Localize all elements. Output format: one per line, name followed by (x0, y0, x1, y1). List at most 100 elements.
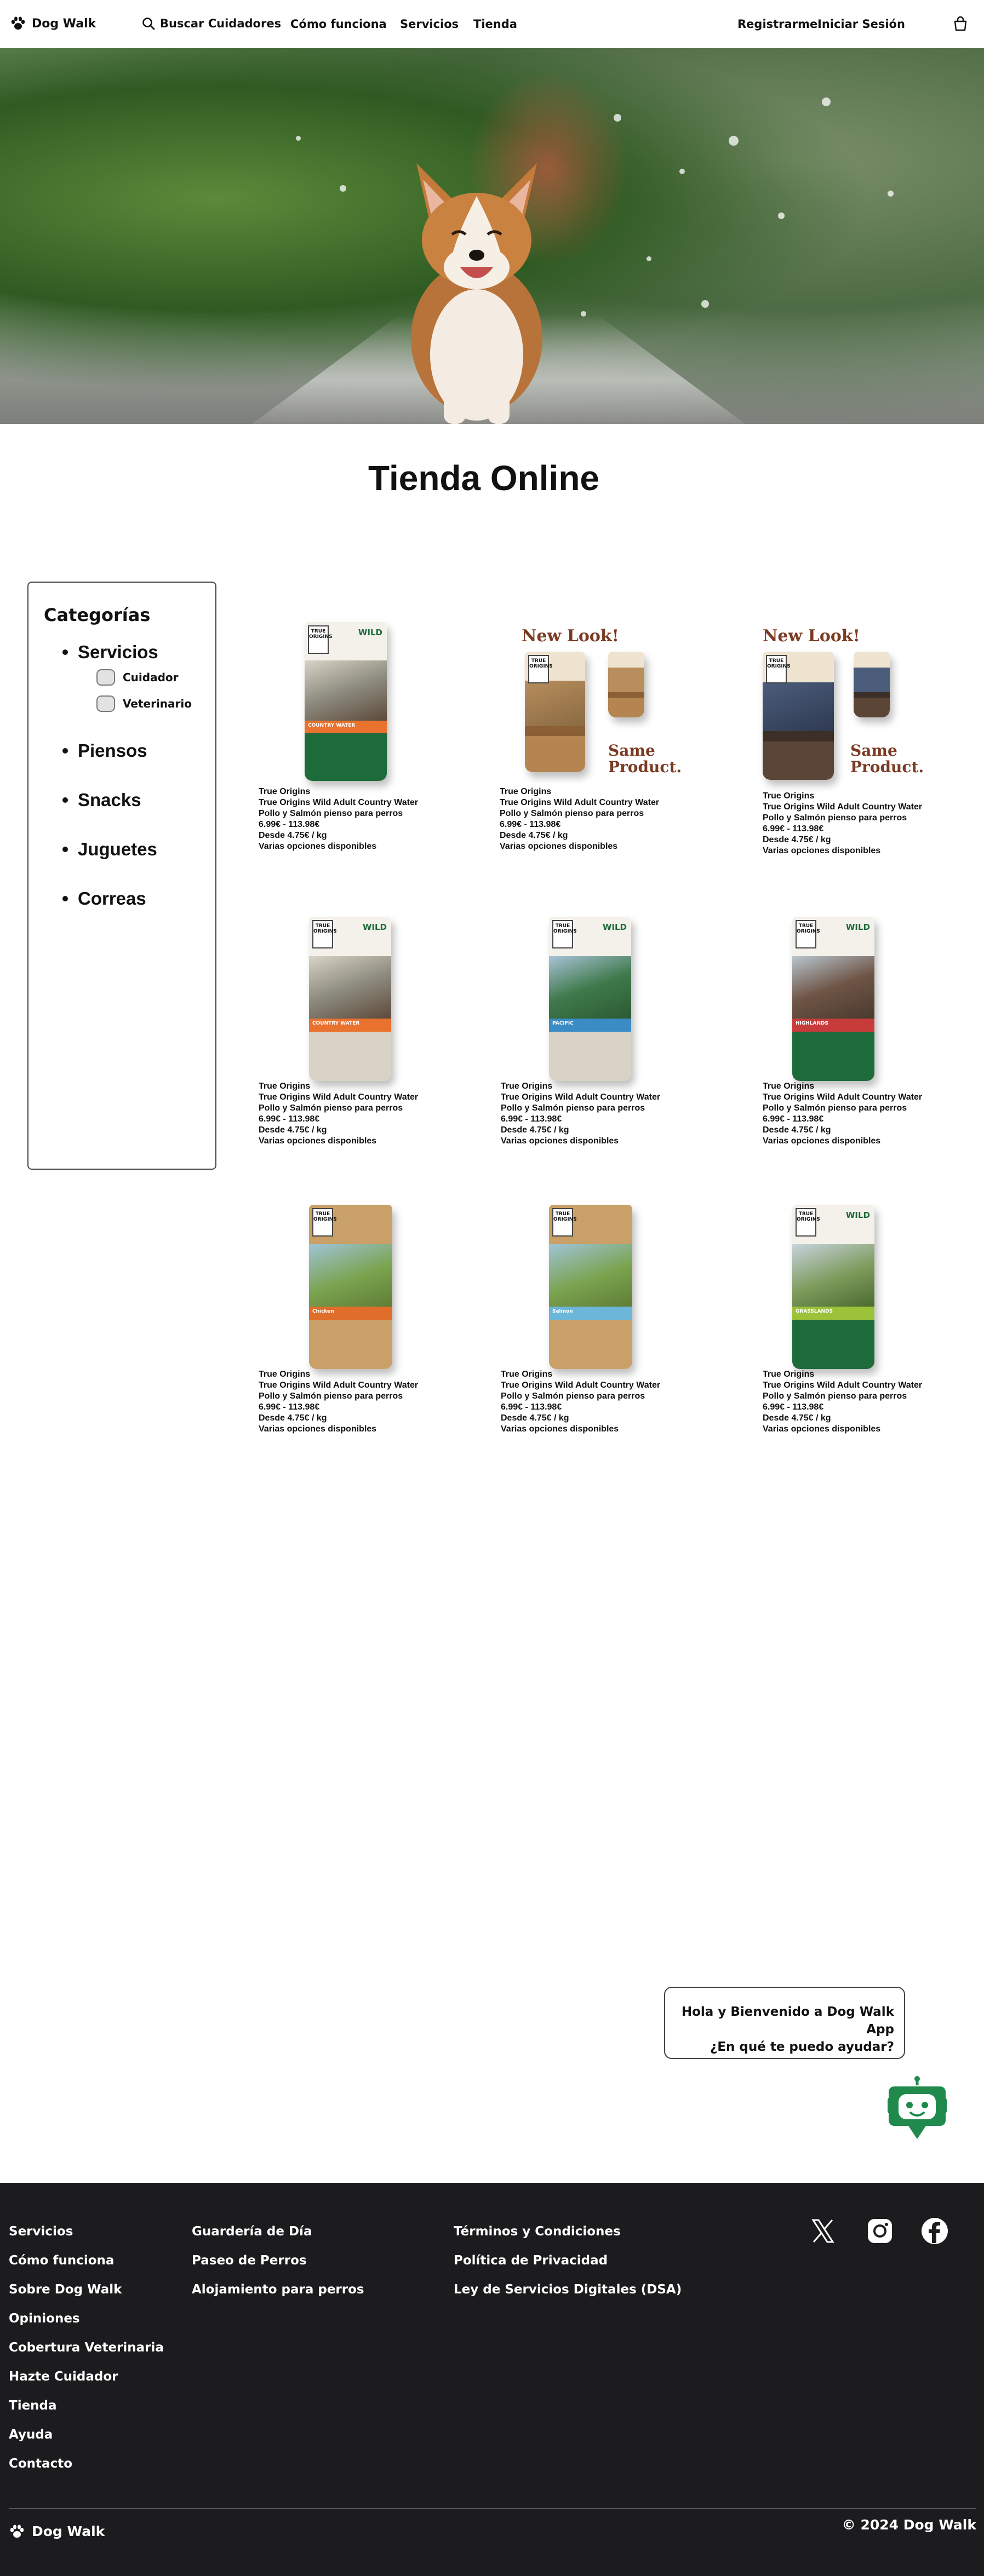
product-card[interactable]: New Look! TRUE ORIGINS Same Product. Tru… (763, 617, 949, 856)
caregiver-checkbox[interactable] (96, 669, 115, 686)
footer-link[interactable]: Términos y Condiciones (454, 2224, 682, 2239)
product-card[interactable]: TRUE ORIGINS WILD HIGHLANDS True Origins … (763, 911, 949, 1147)
subcategory-vet[interactable]: Veterinario (96, 695, 200, 712)
product-card[interactable]: TRUE ORIGINS WILD COUNTRY WATER True Orig… (259, 617, 445, 852)
product-options: Varias opciones disponibles (259, 1424, 377, 1434)
chatbot-icon[interactable] (886, 2075, 948, 2140)
product-brand: True Origins (501, 1370, 553, 1379)
product-card[interactable]: TRUE ORIGINS WILD PACIFIC True Origins Tr… (501, 911, 687, 1147)
product-image[interactable]: TRUE ORIGINS Chicken (259, 1199, 445, 1369)
product-brand: True Origins (763, 1082, 815, 1091)
footer-link[interactable]: Ley de Servicios Digitales (DSA) (454, 2282, 682, 2297)
product-unit-price: Desde 4.75€ / kg (763, 1125, 831, 1135)
product-options: Varias opciones disponibles (763, 1136, 881, 1146)
search-caregivers-link[interactable]: Buscar Cuidadores (141, 16, 281, 31)
subcategory-caregiver[interactable]: Cuidador (96, 669, 200, 686)
shopping-bag-icon[interactable] (952, 15, 969, 32)
product-image[interactable]: TRUE ORIGINS WILD COUNTRY WATER (259, 911, 445, 1081)
brand-name: Dog Walk (32, 16, 96, 31)
category-services[interactable]: Servicios (62, 642, 200, 663)
how-it-works-link[interactable]: Cómo funciona (290, 18, 387, 31)
instagram-icon[interactable] (866, 2217, 894, 2245)
login-link[interactable]: Iniciar Sesión (817, 18, 905, 31)
product-brand: True Origins (259, 787, 311, 796)
product-name[interactable]: True Origins Wild Adult Country Water (259, 1092, 445, 1103)
product-image[interactable]: TRUE ORIGINS WILD HIGHLANDS (763, 911, 949, 1081)
footer-link[interactable]: Opiniones (9, 2312, 164, 2326)
product-name[interactable]: True Origins Wild Adult Country Water (501, 1092, 687, 1103)
product-options: Varias opciones disponibles (763, 846, 881, 855)
shop-link[interactable]: Tienda (473, 18, 517, 31)
product-image[interactable]: TRUE ORIGINS WILD PACIFIC (501, 911, 687, 1081)
product-image[interactable]: New Look! TRUE ORIGINS Same Product. (500, 617, 686, 781)
product-card[interactable]: New Look! TRUE ORIGINS Same Product. Tru… (500, 617, 686, 852)
brand-logo[interactable]: Dog Walk (10, 16, 96, 31)
product-price: 6.99€ - 113.98€ (500, 820, 561, 829)
product-name[interactable]: True Origins Wild Adult Country Water (259, 797, 445, 808)
footer-link[interactable]: Guardería de Día (192, 2224, 364, 2239)
product-name[interactable]: True Origins Wild Adult Country Water (259, 1380, 445, 1391)
product-name[interactable]: True Origins Wild Adult Country Water (763, 1380, 949, 1391)
footer-link[interactable]: Paseo de Perros (192, 2253, 364, 2268)
product-options: Varias opciones disponibles (500, 842, 618, 851)
product-name[interactable]: True Origins Wild Adult Country Water (763, 1092, 949, 1103)
footer-link[interactable]: Servicios (9, 2224, 164, 2239)
category-leashes[interactable]: Correas (62, 888, 200, 909)
product-card[interactable]: TRUE ORIGINS Chicken True Origins True O… (259, 1199, 445, 1435)
footer-link[interactable]: Cómo funciona (9, 2253, 164, 2268)
product-brand: True Origins (259, 1082, 311, 1091)
product-price: 6.99€ - 113.98€ (501, 1402, 562, 1412)
subcategory-label: Cuidador (123, 671, 179, 684)
product-image[interactable]: TRUE ORIGINS WILD COUNTRY WATER (259, 617, 445, 781)
product-name[interactable]: True Origins Wild Adult Country Water (763, 802, 949, 813)
product-options: Varias opciones disponibles (763, 1424, 881, 1434)
product-image[interactable]: TRUE ORIGINS Salmon (501, 1199, 687, 1369)
chat-greeting-bubble: Hola y Bienvenido a Dog Walk App ¿En qué… (664, 1987, 905, 2059)
product-unit-price: Desde 4.75€ / kg (763, 1413, 831, 1423)
product-image[interactable]: New Look! TRUE ORIGINS Same Product. (763, 617, 949, 785)
footer-link[interactable]: Tienda (9, 2399, 164, 2413)
footer-link[interactable]: Política de Privacidad (454, 2253, 682, 2268)
product-price: 6.99€ - 113.98€ (763, 824, 824, 833)
services-link[interactable]: Servicios (400, 18, 459, 31)
facebook-icon[interactable] (920, 2217, 949, 2245)
footer-column-legal: Términos y Condiciones Política de Priva… (454, 2224, 682, 2312)
product-options: Varias opciones disponibles (259, 1136, 377, 1146)
product-name[interactable]: True Origins Wild Adult Country Water (501, 1380, 687, 1391)
site-footer: Servicios Cómo funciona Sobre Dog Walk O… (0, 2183, 984, 2576)
hero-banner (0, 48, 984, 424)
product-card[interactable]: TRUE ORIGINS Salmon True Origins True Or… (501, 1199, 687, 1435)
footer-link[interactable]: Alojamiento para perros (192, 2282, 364, 2297)
paw-icon (11, 16, 25, 30)
x-twitter-icon[interactable] (809, 2217, 837, 2245)
footer-link[interactable]: Hazte Cuidador (9, 2370, 164, 2384)
copyright-text: © 2024 Dog Walk (842, 2517, 976, 2533)
footer-divider (9, 2508, 976, 2509)
category-label: Snacks (78, 790, 141, 810)
footer-link[interactable]: Cobertura Veterinaria (9, 2341, 164, 2355)
category-snacks[interactable]: Snacks (62, 790, 200, 810)
same-product-badge: Same Product. (850, 741, 924, 776)
product-description: Pollo y Salmón pienso para perros (763, 1392, 907, 1401)
product-description: Pollo y Salmón pienso para perros (763, 813, 907, 823)
category-feed[interactable]: Piensos (62, 740, 200, 761)
footer-link[interactable]: Ayuda (9, 2428, 164, 2442)
product-description: Pollo y Salmón pienso para perros (259, 1103, 403, 1113)
product-card[interactable]: TRUE ORIGINS WILD GRASSLANDS True Origins… (763, 1199, 949, 1435)
product-description: Pollo y Salmón pienso para perros (259, 809, 403, 818)
product-description: Pollo y Salmón pienso para perros (501, 1103, 645, 1113)
footer-brand[interactable]: Dog Walk (9, 2523, 105, 2539)
product-price: 6.99€ - 113.98€ (501, 1114, 562, 1124)
chat-greeting-line2: ¿En qué te puedo ayudar? (710, 2040, 894, 2054)
product-description: Pollo y Salmón pienso para perros (259, 1392, 403, 1401)
register-link[interactable]: Registrarme (737, 18, 817, 31)
product-name[interactable]: True Origins Wild Adult Country Water (500, 797, 686, 808)
vet-checkbox[interactable] (96, 695, 115, 712)
product-card[interactable]: TRUE ORIGINS WILD COUNTRY WATER True Orig… (259, 911, 445, 1147)
categories-heading: Categorías (44, 605, 151, 625)
category-toys[interactable]: Juguetes (62, 839, 200, 860)
footer-link[interactable]: Sobre Dog Walk (9, 2282, 164, 2297)
product-price: 6.99€ - 113.98€ (763, 1402, 824, 1412)
product-image[interactable]: TRUE ORIGINS WILD GRASSLANDS (763, 1199, 949, 1369)
footer-link[interactable]: Contacto (9, 2457, 164, 2471)
